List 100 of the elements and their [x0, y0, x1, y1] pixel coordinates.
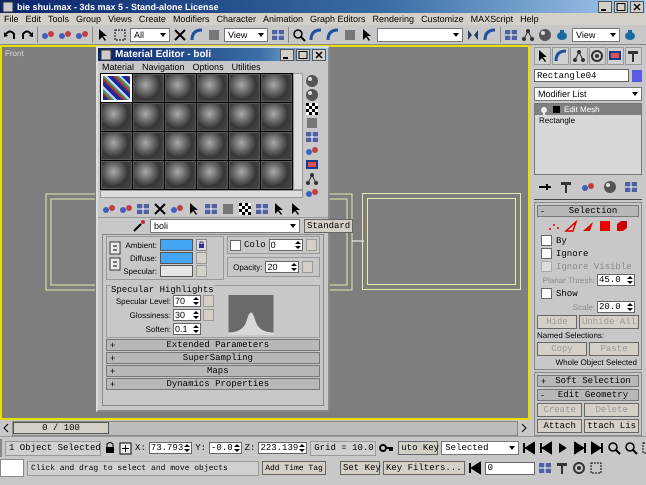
panel-button[interactable]: Attach [537, 419, 582, 433]
menu-item[interactable]: Utilities [232, 62, 261, 72]
go-to-start-icon[interactable] [522, 441, 536, 455]
menu-item[interactable]: Customize [421, 14, 464, 24]
menu-item[interactable]: File [4, 14, 19, 24]
object-name-field[interactable]: Rectangle04 [534, 69, 629, 82]
horizontal-scrollbar[interactable] [100, 190, 303, 198]
spinner-field[interactable]: 0 [268, 239, 303, 251]
select-rectangle-icon[interactable] [113, 28, 127, 42]
modifier-list-dropdown[interactable]: Modifier List [534, 87, 642, 101]
edge-icon[interactable] [564, 219, 578, 233]
vertical-scrollbar[interactable] [293, 73, 303, 190]
modifier-stack-item[interactable]: Edit Mesh [535, 104, 641, 115]
sample-sphere-icon[interactable] [305, 74, 319, 88]
time-slider-thumb[interactable]: 0 / 100 [13, 422, 109, 434]
rollout-header[interactable]: + Dynamics Properties [106, 378, 320, 390]
hierarchy-icon[interactable] [572, 49, 586, 63]
undo-icon[interactable] [3, 28, 17, 42]
light-bulb-icon[interactable] [539, 104, 549, 114]
rollout-header[interactable]: + SuperSampling [106, 352, 320, 364]
backlight-sphere-icon[interactable] [305, 88, 319, 102]
menu-item[interactable]: Graph Editors [310, 14, 366, 24]
selection-filter-dropdown[interactable]: All [130, 28, 170, 42]
maximize-button[interactable] [614, 0, 628, 12]
material-type-button[interactable]: Standard [304, 219, 354, 233]
spinner-field[interactable]: 0.1 [173, 323, 201, 335]
spinner-field[interactable]: 223.139 [258, 442, 308, 454]
spinner-field[interactable]: 45.0 [597, 274, 635, 286]
key-icon[interactable] [379, 441, 396, 455]
object-color-swatch[interactable] [632, 70, 642, 82]
zoom-icon[interactable] [607, 441, 622, 455]
eyedropper-icon[interactable] [132, 219, 146, 233]
mirror-icon[interactable] [466, 28, 480, 42]
menu-item[interactable]: Options [192, 62, 224, 72]
close-button[interactable] [630, 0, 644, 12]
rollout-header[interactable]: - Selection [537, 205, 639, 217]
current-frame-field[interactable]: 0 [484, 462, 535, 474]
named-selection-dropdown[interactable] [377, 28, 463, 42]
spinner-field[interactable]: -0.0 [209, 442, 242, 454]
menu-item[interactable]: Tools [48, 14, 70, 24]
rotate-icon[interactable] [190, 28, 204, 42]
spinner-field[interactable]: 70 [173, 295, 201, 307]
lock-icon[interactable] [196, 239, 207, 251]
checkbox[interactable] [541, 288, 552, 299]
maximize-button[interactable] [296, 48, 310, 60]
menu-item[interactable]: Rendering [372, 14, 414, 24]
lock-icon[interactable] [104, 441, 116, 455]
menu-item[interactable]: MAXScript [470, 14, 514, 24]
redo-icon[interactable] [20, 28, 34, 42]
menu-item[interactable]: Group [76, 14, 102, 24]
next-frame-icon[interactable] [573, 441, 588, 455]
previous-frame-icon[interactable] [539, 441, 554, 455]
menu-item[interactable]: Material [102, 62, 134, 72]
color-swatch[interactable] [160, 239, 193, 251]
close-button[interactable] [312, 48, 326, 60]
menu-item[interactable]: Views [108, 14, 132, 24]
checkbox[interactable] [230, 240, 241, 250]
menu-item[interactable]: Edit [26, 14, 42, 24]
rollout-header[interactable]: + Extended Parameters [106, 339, 320, 351]
key-filters-button[interactable]: Key Filters... [383, 461, 465, 475]
set-key-button[interactable]: Set Key [340, 461, 380, 475]
menu-item[interactable]: Animation [262, 14, 303, 24]
menu-item[interactable]: Character [216, 14, 256, 24]
rollout-header[interactable]: + Soft Selection [537, 375, 639, 387]
move-icon[interactable] [173, 28, 187, 42]
minimize-button[interactable] [280, 48, 294, 60]
color-swatch[interactable] [0, 459, 24, 477]
spinner-field[interactable]: 20 [265, 261, 300, 273]
absolute-mode-icon[interactable] [119, 442, 132, 454]
minimize-button[interactable] [598, 0, 612, 12]
auto-key-button[interactable]: uto Key [398, 441, 438, 455]
menu-item[interactable]: Navigation [142, 62, 185, 72]
panel-button[interactable]: ttach Lis [584, 419, 639, 433]
time-slider[interactable]: 0 / 100 [0, 420, 530, 436]
element-icon[interactable] [615, 219, 629, 233]
polygon-icon[interactable] [598, 219, 612, 233]
rollout-header[interactable]: + Maps [106, 365, 320, 377]
go-to-end-icon[interactable] [590, 441, 604, 455]
key-mode-dropdown[interactable]: Selected [441, 441, 520, 455]
modifier-stack-item[interactable]: Rectangle [535, 115, 641, 126]
snap-icon[interactable] [292, 28, 306, 42]
checker-background-icon[interactable] [305, 102, 319, 116]
add-time-tag-button[interactable]: Add Time Tag [262, 461, 326, 475]
color-swatch[interactable] [160, 265, 193, 277]
checkbox[interactable] [541, 248, 552, 259]
spinner-field[interactable]: 20.0 [597, 301, 635, 313]
rollout-header[interactable]: - Edit Geometry [537, 389, 639, 401]
spinner-field[interactable]: 30 [173, 309, 201, 321]
zoom-all-icon[interactable] [624, 441, 638, 455]
delete-icon[interactable] [153, 202, 167, 216]
spinner-field[interactable]: 73.793 [148, 442, 192, 454]
menu-item[interactable]: Modifiers [172, 14, 210, 24]
face-icon[interactable] [581, 219, 595, 233]
reference-coordinate-dropdown[interactable]: View [224, 28, 268, 42]
menu-item[interactable]: Create [138, 14, 166, 24]
expand-icon[interactable] [552, 105, 561, 114]
menu-item[interactable]: Help [520, 14, 539, 24]
color-swatch[interactable] [160, 252, 193, 264]
checkbox[interactable] [541, 235, 552, 246]
render-type-dropdown[interactable]: View [572, 28, 620, 42]
